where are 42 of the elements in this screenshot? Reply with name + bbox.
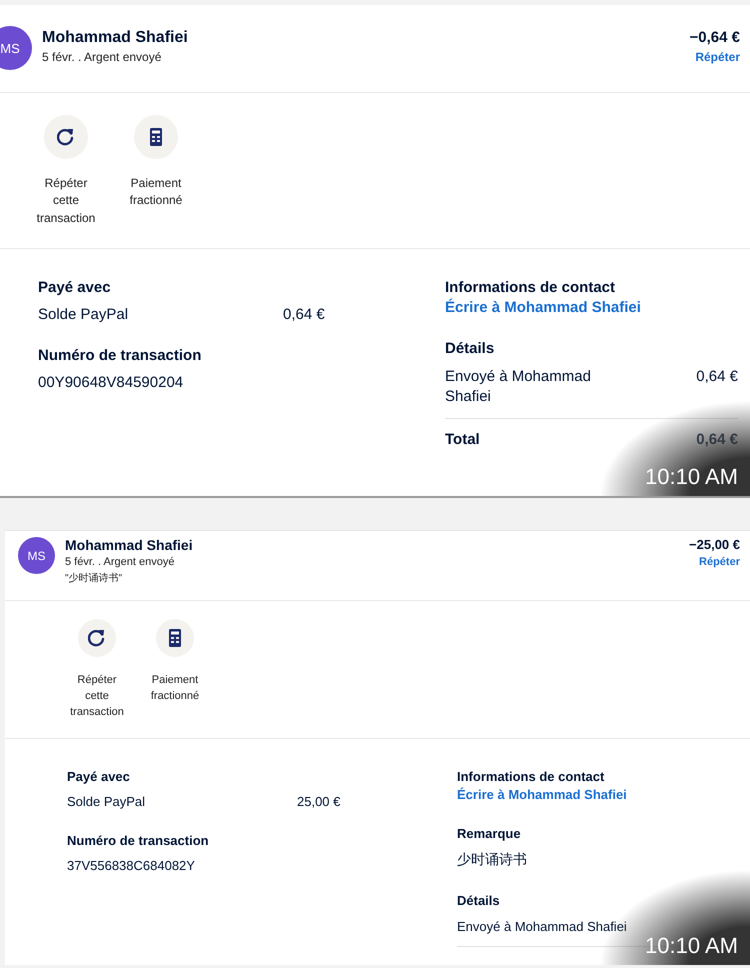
transaction-amount: −25,00 €	[689, 537, 740, 552]
section-heading: Numéro de transaction	[67, 833, 209, 848]
refresh-icon	[57, 127, 75, 147]
repeat-link[interactable]: Répéter	[695, 50, 740, 64]
detail-label: Envoyé à Mohammad Shafiei	[445, 367, 592, 408]
payment-amount: 0,64 €	[283, 306, 325, 323]
section-heading: Détails	[445, 340, 494, 357]
contact-link[interactable]: Écrire à Mohammad Shafiei	[445, 299, 641, 316]
detail-amount: 0,64 €	[696, 367, 738, 387]
section-heading: Numéro de transaction	[38, 347, 202, 364]
transaction-subtitle: 5 févr. . Argent envoyé	[42, 50, 162, 64]
transaction-id: 37V556838C684082Y	[67, 858, 195, 873]
contact-name: Mohammad Shafiei	[65, 537, 193, 553]
total-amount: 0,64 €	[696, 430, 738, 448]
section-heading: Payé avec	[38, 279, 111, 296]
contact-name: Mohammad Shafiei	[42, 29, 188, 47]
contact-link[interactable]: Écrire à Mohammad Shafiei	[457, 787, 627, 802]
section-heading: Informations de contact	[445, 279, 616, 296]
detail-label: Envoyé à Mohammad Shafiei	[457, 918, 628, 936]
split-payment-button[interactable]: Paiement fractionné	[139, 619, 211, 738]
refresh-icon	[88, 628, 106, 648]
total-label: Total	[445, 430, 480, 448]
remark-text: 少时诵诗书	[457, 851, 527, 869]
repeat-link[interactable]: Répéter	[699, 556, 740, 568]
avatar: MS	[0, 26, 32, 70]
transaction-note: "少时诵诗书"	[65, 572, 122, 585]
payment-amount: 25,00 €	[297, 794, 340, 809]
payment-method: Solde PayPal	[38, 306, 130, 323]
section-heading: Payé avec	[67, 769, 130, 784]
section-heading: Remarque	[457, 826, 521, 841]
transaction-subtitle: 5 févr. . Argent envoyé	[65, 556, 174, 568]
repeat-transaction-button[interactable]: Répéter cette transaction	[30, 115, 102, 248]
repeat-transaction-button[interactable]: Répéter cette transaction	[61, 619, 133, 738]
section-heading: Informations de contact	[457, 769, 604, 784]
split-payment-button[interactable]: Paiement fractionné	[120, 115, 192, 248]
transaction-amount: −0,64 €	[690, 29, 740, 46]
calculator-icon	[166, 628, 184, 648]
section-heading: Détails	[457, 893, 500, 908]
calculator-icon	[147, 127, 165, 147]
transaction-id: 00Y90648V84590204	[38, 374, 184, 391]
avatar: MS	[18, 537, 55, 574]
payment-method: Solde PayPal	[67, 794, 146, 809]
